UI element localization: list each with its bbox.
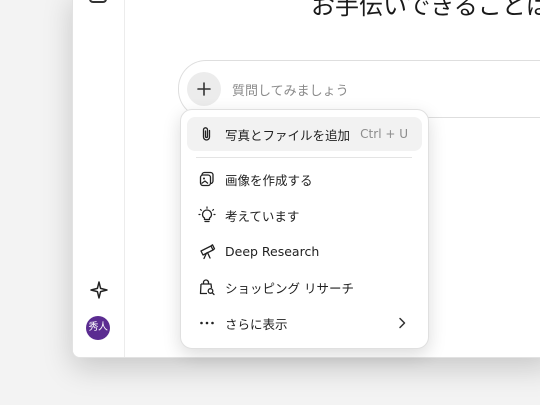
menu-item-add-files[interactable]: 写真とファイルを追加 Ctrl + U [187, 117, 422, 151]
menu-item-label: 画像を作成する [225, 172, 313, 188]
menu-item-label: 写真とファイルを追加 [225, 127, 351, 143]
add-button[interactable] [187, 72, 221, 106]
menu-item-deep-research[interactable]: Deep Research [187, 234, 422, 268]
lightbulb-icon [197, 205, 217, 225]
attach-menu: 写真とファイルを追加 Ctrl + U 画像を作成する 考えています Deep … [180, 109, 429, 349]
image-create-icon [197, 169, 217, 189]
telescope-icon [197, 241, 217, 261]
chevron-right-icon [399, 317, 406, 329]
shopping-bag-search-icon [197, 277, 217, 297]
menu-divider [196, 157, 412, 158]
menu-item-label: 考えています [225, 208, 300, 224]
shortcut-hint: Ctrl + U [360, 127, 408, 141]
plus-icon [197, 82, 211, 96]
menu-item-label: Deep Research [225, 243, 320, 259]
more-icon [197, 313, 217, 333]
menu-item-shopping-research[interactable]: ショッピング リサーチ [187, 270, 422, 304]
sparkle-icon[interactable] [89, 280, 109, 300]
paperclip-icon [197, 124, 217, 144]
menu-item-show-more[interactable]: さらに表示 [187, 306, 422, 340]
menu-item-create-image[interactable]: 画像を作成する [187, 162, 422, 196]
menu-item-thinking[interactable]: 考えています [187, 198, 422, 232]
menu-item-label: さらに表示 [225, 316, 288, 332]
partial-icon[interactable] [89, 0, 107, 3]
menu-item-label: ショッピング リサーチ [225, 280, 354, 296]
sidebar: 秀人 [73, 0, 125, 357]
message-input[interactable]: 質問してみましょう [232, 80, 349, 99]
page-title: お手伝いできることは [311, 0, 540, 20]
avatar[interactable]: 秀人 [86, 316, 110, 340]
